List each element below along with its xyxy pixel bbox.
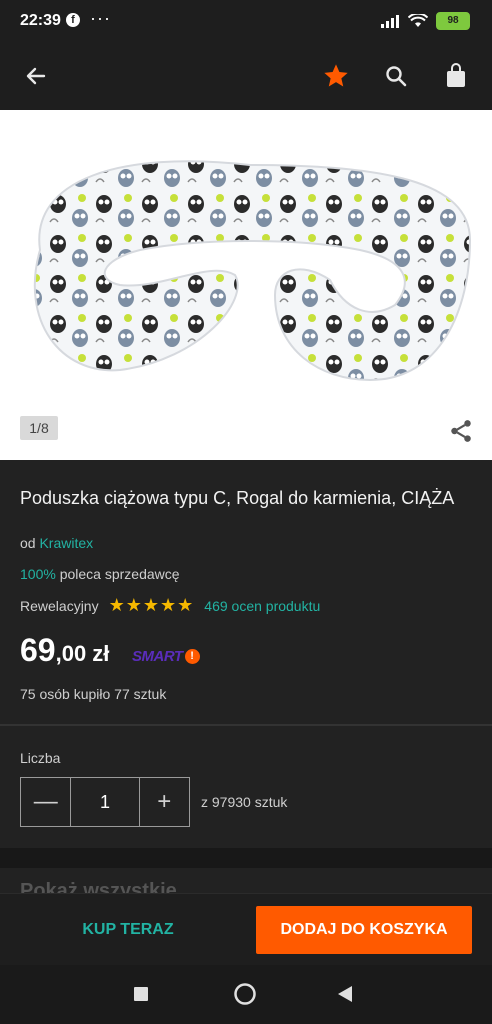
- favorite-button[interactable]: [318, 58, 354, 94]
- status-time: 22:39: [20, 12, 61, 29]
- stock-available: z 97930 sztuk: [201, 794, 288, 810]
- price-decimal: ,00 zł: [55, 641, 110, 666]
- share-button[interactable]: [448, 418, 474, 449]
- arrow-left-icon: [26, 67, 46, 85]
- app-bar: [0, 42, 492, 110]
- smart-badge[interactable]: SMART !: [132, 648, 200, 665]
- signal-icon: [381, 15, 399, 28]
- decrease-button[interactable]: —: [21, 778, 70, 826]
- seller-line: od Krawitex: [20, 535, 93, 551]
- recent-apps-button[interactable]: [132, 985, 150, 1008]
- status-bar: 22:39 f ··· 98: [0, 0, 492, 42]
- shopping-bag-icon: [447, 63, 465, 87]
- seller-link[interactable]: Krawitex: [39, 535, 93, 551]
- purchase-count: 75 osób kupiło 77 sztuk: [20, 686, 167, 702]
- price: 69 ,00 zł: [20, 632, 109, 669]
- rating-line[interactable]: Rewelacyjny ★★★★★ 469 ocen produktu: [20, 595, 320, 616]
- circle-icon: [234, 983, 256, 1005]
- recommend-text: poleca sprzedawcę: [59, 566, 180, 582]
- share-icon: [451, 420, 471, 442]
- quantity-input[interactable]: 1: [70, 778, 140, 826]
- system-navigation-bar: [0, 965, 492, 1024]
- add-to-cart-button[interactable]: DODAJ DO KOSZYKA: [256, 906, 472, 954]
- back-nav-button[interactable]: [336, 984, 354, 1009]
- facebook-notification-icon: f: [66, 13, 80, 27]
- rating-stars-icon: ★★★★★: [108, 595, 195, 615]
- image-counter: 1/8: [20, 416, 58, 440]
- status-indicators: 98: [380, 12, 470, 30]
- star-icon: [324, 64, 348, 87]
- product-title: Poduszka ciążowa typu C, Rogal do karmie…: [20, 488, 455, 508]
- reviews-link[interactable]: 469 ocen produktu: [204, 598, 320, 614]
- price-main: 69: [20, 632, 56, 668]
- battery-icon: 98: [436, 12, 470, 30]
- product-image-gallery[interactable]: 1/8: [0, 110, 492, 460]
- section-separator: [0, 848, 492, 868]
- square-icon: [134, 987, 148, 1001]
- quantity-label: Liczba: [20, 750, 61, 766]
- cart-button[interactable]: [438, 58, 474, 94]
- product-photo-pillow: [33, 160, 472, 382]
- seller-prefix: od: [20, 535, 36, 551]
- increase-button[interactable]: +: [140, 778, 189, 826]
- recommendation-line: 100% poleca sprzedawcę: [20, 566, 180, 582]
- home-button[interactable]: [233, 982, 257, 1011]
- search-icon: [386, 66, 407, 87]
- wifi-icon: [408, 14, 428, 27]
- smart-info-icon: !: [184, 649, 200, 664]
- divider: [0, 724, 492, 726]
- triangle-back-icon: [338, 986, 352, 1002]
- section-heading-peek: Pokaż wszystkie: [20, 880, 177, 894]
- search-button[interactable]: [378, 58, 414, 94]
- recommend-percent: 100%: [20, 566, 56, 582]
- more-notifications-icon: ···: [90, 8, 111, 28]
- buy-now-button[interactable]: KUP TERAZ: [20, 906, 236, 954]
- smart-label: SMART: [132, 648, 183, 665]
- back-button[interactable]: [18, 58, 54, 94]
- rating-label: Rewelacyjny: [20, 597, 99, 614]
- quantity-stepper: — 1 +: [20, 777, 190, 827]
- bottom-action-bar: KUP TERAZ DODAJ DO KOSZYKA: [0, 893, 492, 966]
